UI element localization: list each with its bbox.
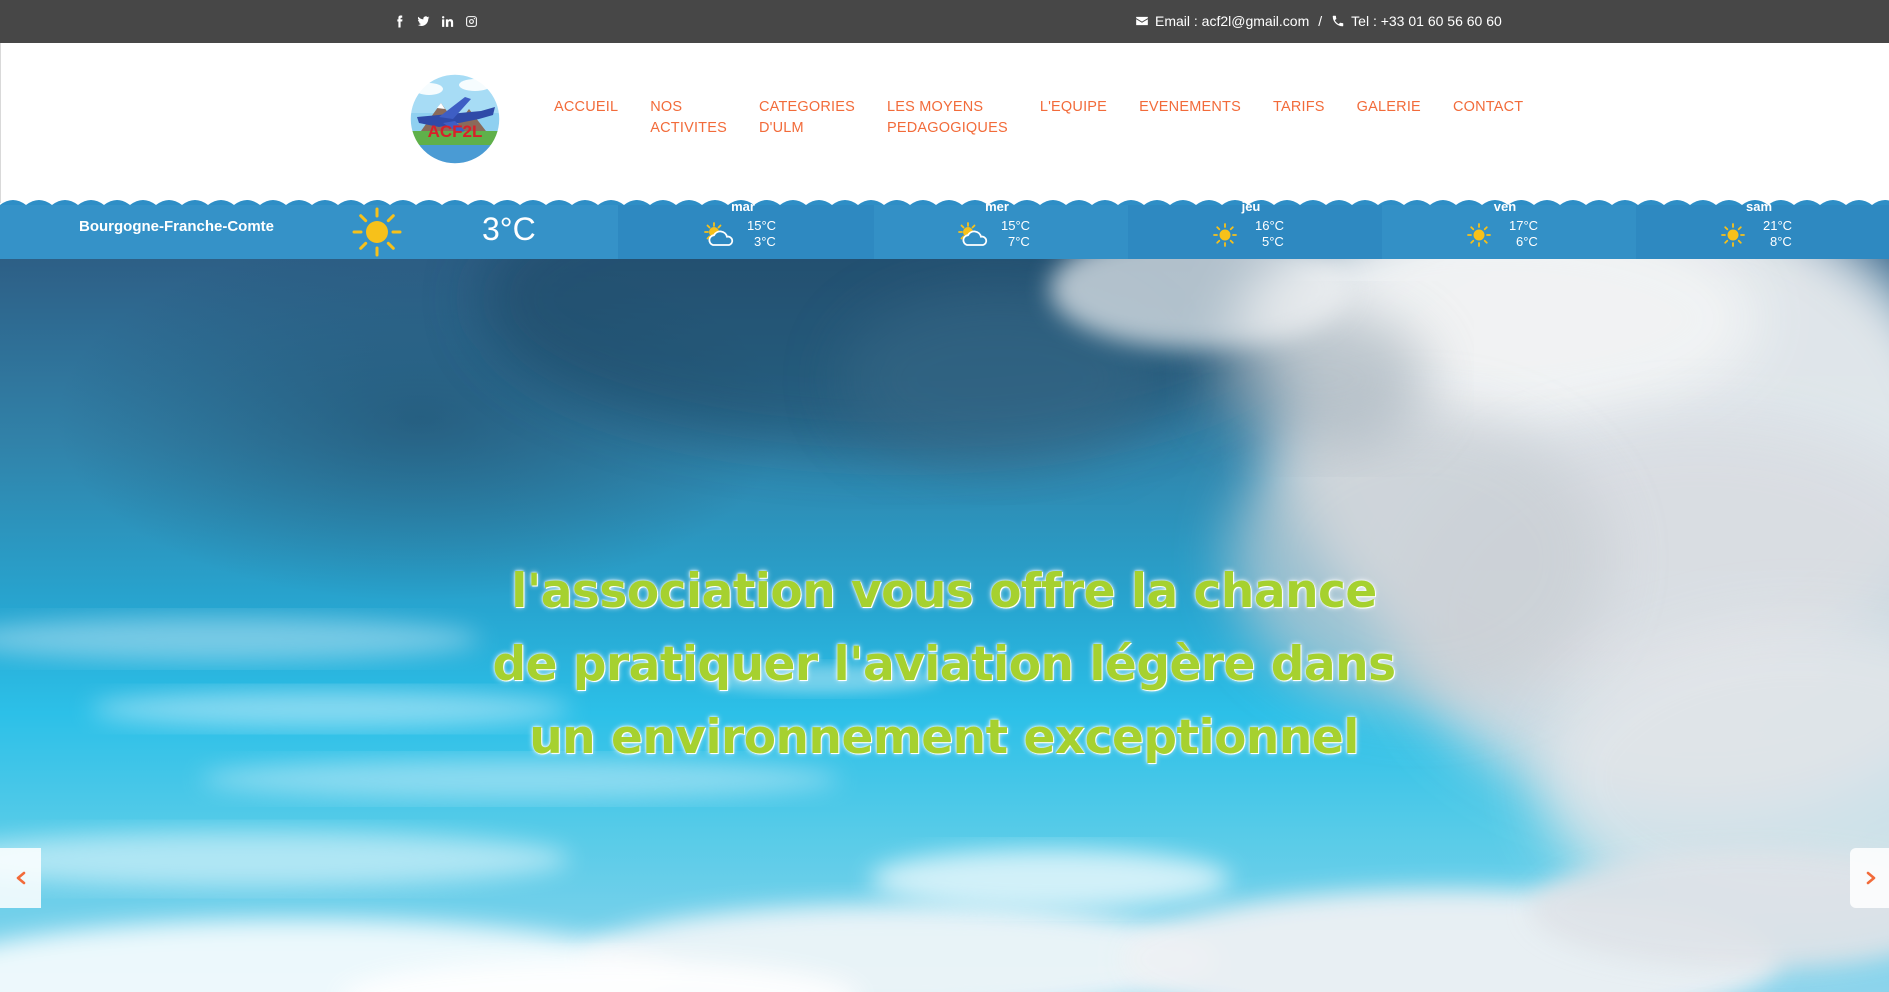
contact-info: Email : acf2l@gmail.com / Tel : +33 01 6… xyxy=(1135,13,1502,29)
hero-slider: l'association vous offre la chance de pr… xyxy=(0,259,1889,992)
acf2l-logo[interactable]: ACF2L xyxy=(409,73,501,165)
nav-nos-activites[interactable]: NOS ACTIVITES xyxy=(650,97,727,139)
hero-headline: l'association vous offre la chance de pr… xyxy=(492,564,1396,765)
nav-tarifs[interactable]: TARIFS xyxy=(1273,97,1325,139)
forecast-day-name: ven xyxy=(1493,199,1517,214)
forecast-low: 5°C xyxy=(1262,234,1284,249)
forecast-day-name: mer xyxy=(985,199,1009,214)
forecast-low: 8°C xyxy=(1770,234,1792,249)
nav-categories-ulm[interactable]: CATEGORIES D'ULM xyxy=(759,97,855,139)
sun-icon xyxy=(352,207,402,257)
forecast-day: jeu 16°C 5°C xyxy=(1211,199,1361,259)
forecast-day: sam 21°C 8°C xyxy=(1719,199,1869,259)
slider-next-button[interactable] xyxy=(1850,848,1889,908)
nav-galerie[interactable]: GALERIE xyxy=(1357,97,1421,139)
social-links xyxy=(392,13,479,29)
facebook-icon[interactable] xyxy=(392,13,407,29)
partly-cloudy-icon xyxy=(958,222,988,246)
contact-separator: / xyxy=(1318,13,1323,29)
sun-icon xyxy=(1213,223,1237,247)
current-temperature: 3°C xyxy=(482,211,536,247)
sun-icon xyxy=(1721,223,1745,247)
sun-icon xyxy=(1467,223,1491,247)
nav-equipe[interactable]: L'EQUIPE xyxy=(1040,97,1107,139)
weather-location: Bourgogne-Franche-Comte xyxy=(79,218,274,235)
weather-widget: Bourgogne-Franche-Comte 3°C mar 15°C 3°C… xyxy=(0,199,1889,259)
phone-text: Tel : +33 01 60 56 60 60 xyxy=(1351,13,1502,29)
logo-text: ACF2L xyxy=(428,122,483,141)
forecast-day: mar 15°C 3°C xyxy=(703,199,853,259)
forecast-high: 17°C xyxy=(1509,218,1539,233)
nav-contact[interactable]: CONTACT xyxy=(1453,97,1523,139)
chevron-left-icon xyxy=(16,871,25,885)
forecast-low: 6°C xyxy=(1516,234,1538,249)
twitter-icon[interactable] xyxy=(416,13,431,29)
slider-prev-button[interactable] xyxy=(0,848,41,908)
main-nav: ACCUEIL NOS ACTIVITES CATEGORIES D'ULM L… xyxy=(554,97,1523,139)
forecast-low: 7°C xyxy=(1008,234,1030,249)
partly-cloudy-icon xyxy=(704,222,734,246)
nav-moyens-pedagogiques[interactable]: LES MOYENS PEDAGOGIQUES xyxy=(887,97,1008,139)
chevron-right-icon xyxy=(1866,871,1875,885)
forecast-day-name: mar xyxy=(731,199,755,214)
forecast-day: ven 17°C 6°C xyxy=(1465,199,1615,259)
forecast-high: 16°C xyxy=(1255,218,1285,233)
email-link[interactable]: Email : acf2l@gmail.com xyxy=(1135,13,1309,29)
forecast-day-name: jeu xyxy=(1241,199,1261,214)
top-bar: Email : acf2l@gmail.com / Tel : +33 01 6… xyxy=(0,0,1889,43)
envelope-icon xyxy=(1136,16,1148,26)
forecast-high: 15°C xyxy=(1001,218,1031,233)
email-text: Email : acf2l@gmail.com xyxy=(1155,13,1310,29)
phone-icon xyxy=(1332,15,1344,27)
instagram-icon[interactable] xyxy=(464,13,479,29)
forecast-low: 3°C xyxy=(754,234,776,249)
forecast-high: 15°C xyxy=(747,218,777,233)
forecast-high: 21°C xyxy=(1763,218,1793,233)
forecast-day-name: sam xyxy=(1745,199,1773,214)
nav-accueil[interactable]: ACCUEIL xyxy=(554,97,618,139)
nav-evenements[interactable]: EVENEMENTS xyxy=(1139,97,1241,139)
forecast-day: mer 15°C 7°C xyxy=(957,199,1107,259)
phone-link[interactable]: Tel : +33 01 60 56 60 60 xyxy=(1331,13,1502,29)
linkedin-icon[interactable] xyxy=(440,13,455,29)
